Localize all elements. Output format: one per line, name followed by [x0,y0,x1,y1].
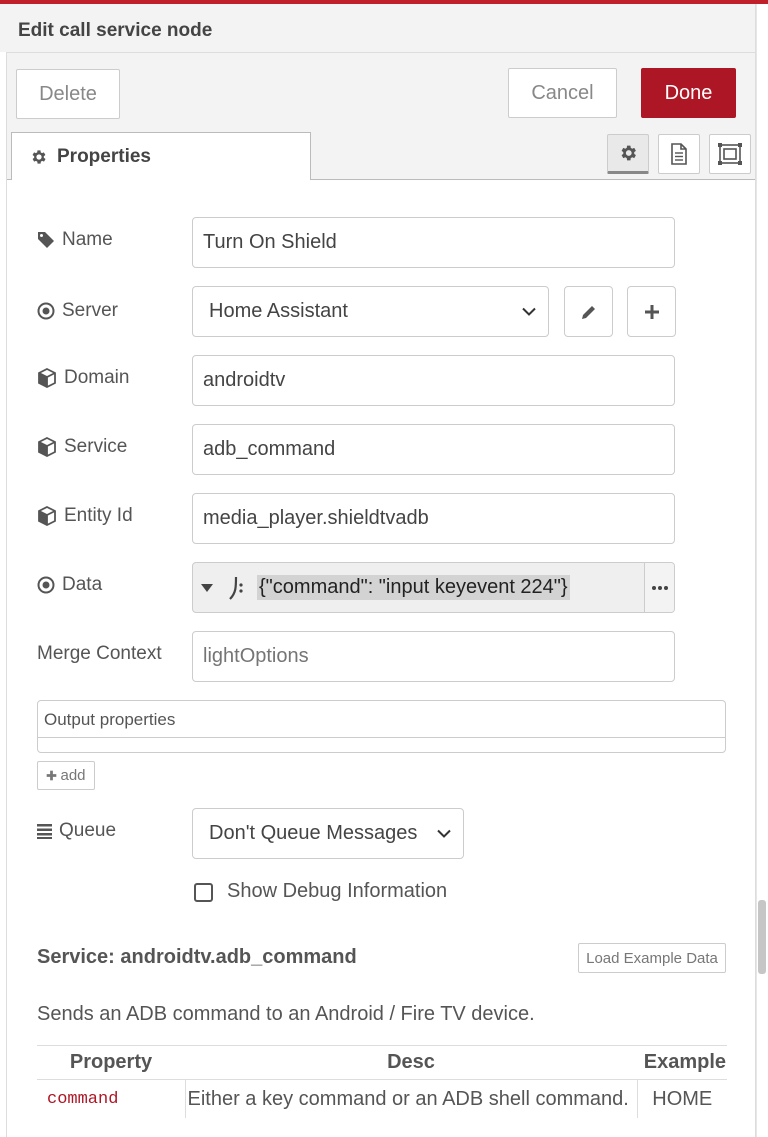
plus-icon [644,304,659,319]
example-cell: HOME [652,1087,713,1110]
add-output-button[interactable]: add [37,761,95,790]
name-input[interactable]: Turn On Shield [192,217,675,268]
merge-context-input[interactable] [192,631,675,682]
delete-button[interactable]: Delete [16,69,120,119]
chevron-down-icon [437,829,451,838]
caret-down-icon [201,583,213,592]
server-select[interactable]: Home Assistant [192,286,549,337]
file-text-icon [671,143,687,165]
chevron-down-icon [522,307,536,316]
service-fields-table: Property Desc Example command Either a k… [37,1045,727,1118]
load-example-data-button[interactable]: Load Example Data [578,943,726,973]
cube-icon [38,368,56,388]
plus-icon [47,770,57,781]
cube-icon [38,506,56,526]
add-server-button[interactable] [627,286,676,337]
data-typed-input[interactable]: {"command": "input keyevent 224"} [192,562,675,613]
queue-select-value: Don't Queue Messages [209,822,418,844]
service-description: Sends an ADB command to an Android / Fir… [37,1003,535,1025]
output-properties-list: Output properties [37,700,726,753]
name-label: Name [37,229,113,251]
object-group-icon [718,143,742,165]
queue-label: Queue [37,820,116,842]
gear-icon [621,145,636,161]
column-header-example: Example [637,1045,727,1080]
service-title: Service: androidtv.adb_command [37,946,357,968]
edit-server-button[interactable] [564,286,613,337]
property-cell: command [37,1079,186,1118]
server-select-value: Home Assistant [209,300,348,322]
service-input[interactable]: adb_command [192,424,675,475]
cube-icon [38,437,56,457]
ellipsis-icon [651,585,668,590]
cancel-button[interactable]: Cancel [508,68,617,118]
description-tab-button[interactable] [658,134,700,174]
json-type-icon [229,576,243,600]
data-type-selector[interactable] [193,563,257,612]
domain-input[interactable]: androidtv [192,355,675,406]
dot-circle-icon [37,576,55,594]
merge-context-label: Merge Context [37,643,162,664]
tab-bar: Properties [6,128,756,180]
table-row: command Either a key command or an ADB s… [37,1079,727,1118]
data-label: Data [37,574,102,596]
entity-id-input[interactable]: media_player.shieldtvadb [192,493,675,544]
appearance-tab-button[interactable] [709,134,751,174]
tray-title: Edit call service node [18,20,213,41]
properties-panel: Name Turn On Shield Server Home Assistan… [6,180,756,1137]
debug-checkbox-label[interactable]: Show Debug Information [227,880,447,903]
desc-cell: Either a key command or an ADB shell com… [185,1079,638,1118]
tab-properties[interactable]: Properties [11,132,311,180]
gear-icon [32,149,46,164]
domain-label: Domain [37,367,129,389]
dot-circle-icon [37,302,55,320]
tag-icon [38,232,54,248]
tray-toolbar: Delete Cancel Done [6,52,756,128]
service-label: Service [37,436,127,458]
entity-id-label: Entity Id [37,505,133,527]
data-value: {"command": "input keyevent 224"} [257,575,570,600]
divider [38,737,725,738]
column-header-property: Property [37,1045,185,1080]
tab-properties-label: Properties [57,145,151,167]
list-icon [37,824,52,839]
scrollbar-thumb[interactable] [758,900,766,974]
tray-header: Edit call service node [0,4,756,52]
data-expand-button[interactable] [644,563,674,612]
column-header-desc: Desc [185,1045,637,1080]
output-properties-header: Output properties [44,710,176,729]
debug-checkbox[interactable] [194,883,213,902]
done-button[interactable]: Done [641,68,736,118]
pencil-icon [581,305,595,319]
server-label: Server [37,300,118,322]
settings-tab-button[interactable] [607,134,649,174]
queue-select[interactable]: Don't Queue Messages [192,808,464,859]
